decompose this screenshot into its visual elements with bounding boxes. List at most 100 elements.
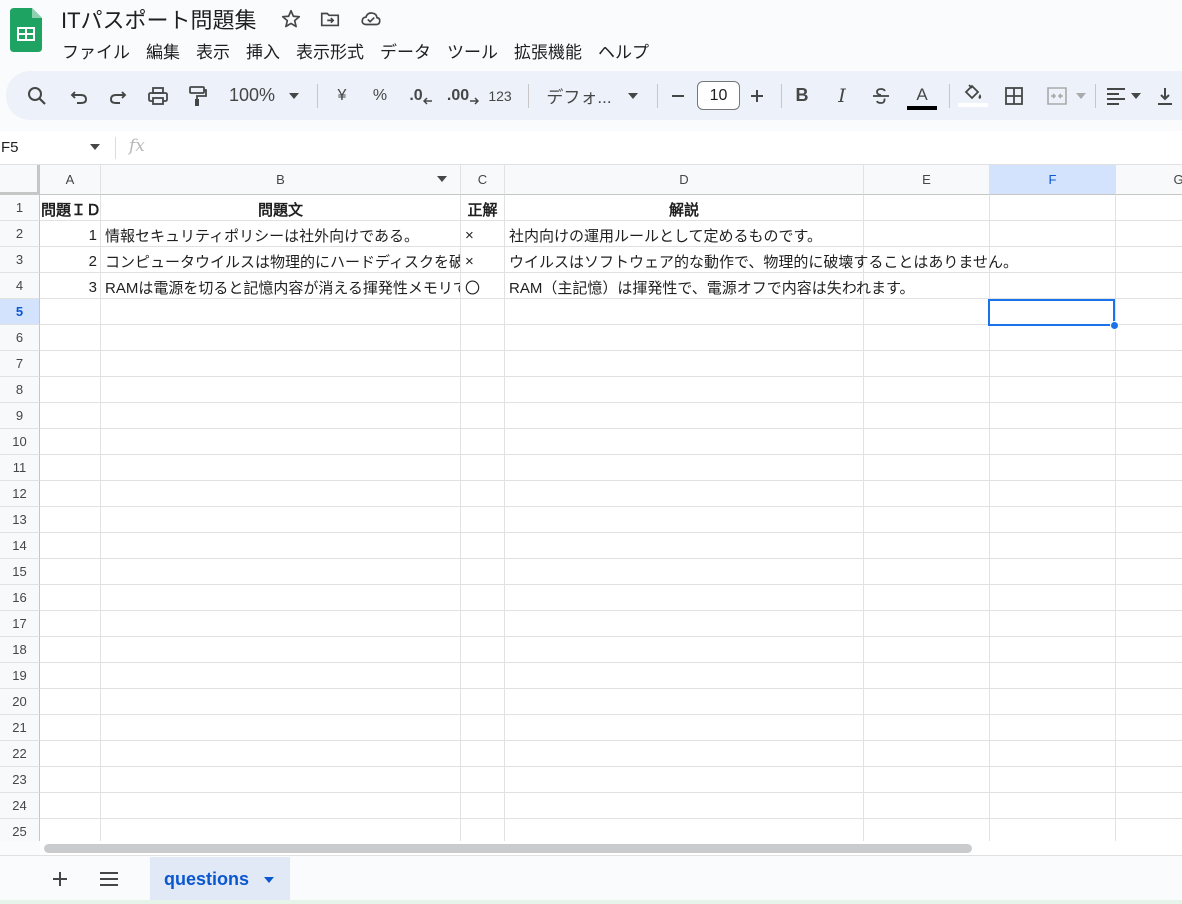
all-sheets-menu-icon[interactable] (99, 871, 119, 887)
menu-insert[interactable]: 挿入 (238, 36, 288, 62)
row-header-2[interactable]: 2 (0, 221, 40, 247)
chevron-down-icon[interactable] (264, 877, 274, 883)
decrease-font-size-button[interactable] (667, 71, 689, 120)
column-header-e[interactable]: E (864, 165, 990, 195)
row-header-21[interactable]: 21 (0, 715, 40, 741)
cell-c3[interactable]: × (461, 248, 504, 274)
formula-input[interactable] (160, 135, 1160, 161)
active-cell-f5[interactable] (988, 299, 1115, 326)
fill-handle[interactable] (1110, 321, 1119, 330)
chevron-down-icon[interactable] (437, 176, 447, 182)
currency-format-button[interactable]: ¥ (331, 71, 353, 120)
row-header-15[interactable]: 15 (0, 559, 40, 585)
row-header-6[interactable]: 6 (0, 325, 40, 351)
row-header-8[interactable]: 8 (0, 377, 40, 403)
percent-format-button[interactable]: % (369, 71, 391, 120)
horizontal-scrollbar[interactable] (40, 841, 1182, 855)
cell-d1[interactable]: 解説 (505, 196, 863, 222)
row-header-7[interactable]: 7 (0, 351, 40, 377)
row-header-18[interactable]: 18 (0, 637, 40, 663)
row-header-12[interactable]: 12 (0, 481, 40, 507)
fill-color-button[interactable] (958, 71, 988, 120)
spreadsheet-grid[interactable]: A B C D E F G 問題ＩＤ 問題文 正解 解説 1 情報セキュリティポ… (0, 165, 1182, 841)
add-sheet-button[interactable] (48, 867, 72, 891)
row-header-5[interactable]: 5 (0, 299, 40, 325)
menu-format[interactable]: 表示形式 (288, 36, 372, 62)
horizontal-align-button[interactable] (1103, 71, 1143, 120)
row-header-22[interactable]: 22 (0, 741, 40, 767)
cell-b1[interactable]: 問題文 (101, 196, 460, 222)
merge-cells-button[interactable] (1041, 71, 1091, 120)
font-size-input[interactable]: 10 (697, 81, 740, 110)
row-header-4[interactable]: 4 (0, 273, 40, 299)
cell-a1[interactable]: 問題ＩＤ (40, 196, 101, 222)
increase-font-size-button[interactable] (746, 71, 768, 120)
bold-button[interactable]: B (790, 71, 814, 120)
row-header-10[interactable]: 10 (0, 429, 40, 455)
column-header-a[interactable]: A (40, 165, 101, 195)
cell-a4[interactable]: 3 (40, 274, 101, 300)
decrease-decimal-button[interactable]: .0 (406, 71, 436, 120)
cell-c2[interactable]: × (461, 222, 504, 248)
row-header-3[interactable]: 3 (0, 247, 40, 273)
row-header-20[interactable]: 20 (0, 689, 40, 715)
row-header-23[interactable]: 23 (0, 767, 40, 793)
increase-decimal-button[interactable]: .00 (446, 71, 480, 120)
row-header-1[interactable]: 1 (0, 195, 40, 221)
print-button[interactable] (145, 71, 171, 120)
name-box[interactable]: F5 (1, 139, 19, 156)
row-header-19[interactable]: 19 (0, 663, 40, 689)
text-color-button[interactable]: A (906, 71, 938, 120)
column-header-f[interactable]: F (990, 165, 1116, 195)
column-header-g[interactable]: G (1116, 165, 1182, 195)
menu-file[interactable]: ファイル (54, 36, 138, 62)
search-menus-button[interactable] (24, 71, 50, 120)
menu-extensions[interactable]: 拡張機能 (506, 36, 590, 62)
document-title[interactable]: ITパスポート問題集 (61, 3, 257, 35)
row-header-9[interactable]: 9 (0, 403, 40, 429)
row-header-17[interactable]: 17 (0, 611, 40, 637)
menu-view[interactable]: 表示 (188, 36, 238, 62)
column-header-b[interactable]: B (101, 165, 461, 195)
borders-button[interactable] (1001, 71, 1027, 120)
cell-d3[interactable]: ウイルスはソフトウェア的な動作で、物理的に破壊することはありません。 (505, 248, 1018, 274)
select-all-corner[interactable] (0, 165, 40, 195)
sheets-logo-icon[interactable] (10, 8, 42, 52)
cell-d2[interactable]: 社内向けの運用ルールとして定めるものです。 (505, 222, 863, 248)
menu-tools[interactable]: ツール (439, 36, 506, 62)
row-header-16[interactable]: 16 (0, 585, 40, 611)
cell-b3[interactable]: コンピュータウイルスは物理的にハードディスクを破壊する (101, 248, 460, 274)
font-family-select[interactable]: デフォ... (542, 71, 642, 120)
strikethrough-button[interactable] (868, 71, 894, 120)
menu-data[interactable]: データ (372, 36, 439, 62)
menu-edit[interactable]: 編集 (138, 36, 188, 62)
cell-c4[interactable]: 〇 (461, 274, 504, 300)
more-formats-button[interactable]: 123 (487, 71, 513, 120)
sheet-tab-questions[interactable]: questions (150, 857, 290, 901)
row-header-14[interactable]: 14 (0, 533, 40, 559)
cell-b4[interactable]: RAMは電源を切ると記憶内容が消える揮発性メモリである (101, 274, 460, 300)
cell-a2[interactable]: 1 (40, 222, 101, 248)
cell-a3[interactable]: 2 (40, 248, 101, 274)
vertical-align-button[interactable] (1153, 71, 1177, 120)
italic-button[interactable]: I (830, 71, 854, 120)
column-header-d[interactable]: D (505, 165, 864, 195)
cell-c1[interactable]: 正解 (461, 196, 504, 222)
row-header-13[interactable]: 13 (0, 507, 40, 533)
cell-d4[interactable]: RAM（主記憶）は揮発性で、電源オフで内容は失われます。 (505, 274, 915, 300)
chevron-down-icon[interactable] (90, 144, 100, 150)
scrollbar-thumb[interactable] (44, 844, 972, 853)
paint-format-button[interactable] (184, 71, 210, 120)
row-header-11[interactable]: 11 (0, 455, 40, 481)
star-icon[interactable] (280, 8, 302, 30)
row-header-24[interactable]: 24 (0, 793, 40, 819)
cloud-saved-icon[interactable] (360, 8, 382, 30)
zoom-select[interactable]: 100% (218, 71, 310, 120)
redo-button[interactable] (105, 71, 131, 120)
cell-b2[interactable]: 情報セキュリティポリシーは社外向けである。 (101, 222, 460, 248)
menu-help[interactable]: ヘルプ (590, 36, 657, 62)
undo-button[interactable] (66, 71, 92, 120)
row-header-25[interactable]: 25 (0, 819, 40, 841)
column-header-c[interactable]: C (461, 165, 505, 195)
move-folder-icon[interactable] (319, 8, 341, 30)
